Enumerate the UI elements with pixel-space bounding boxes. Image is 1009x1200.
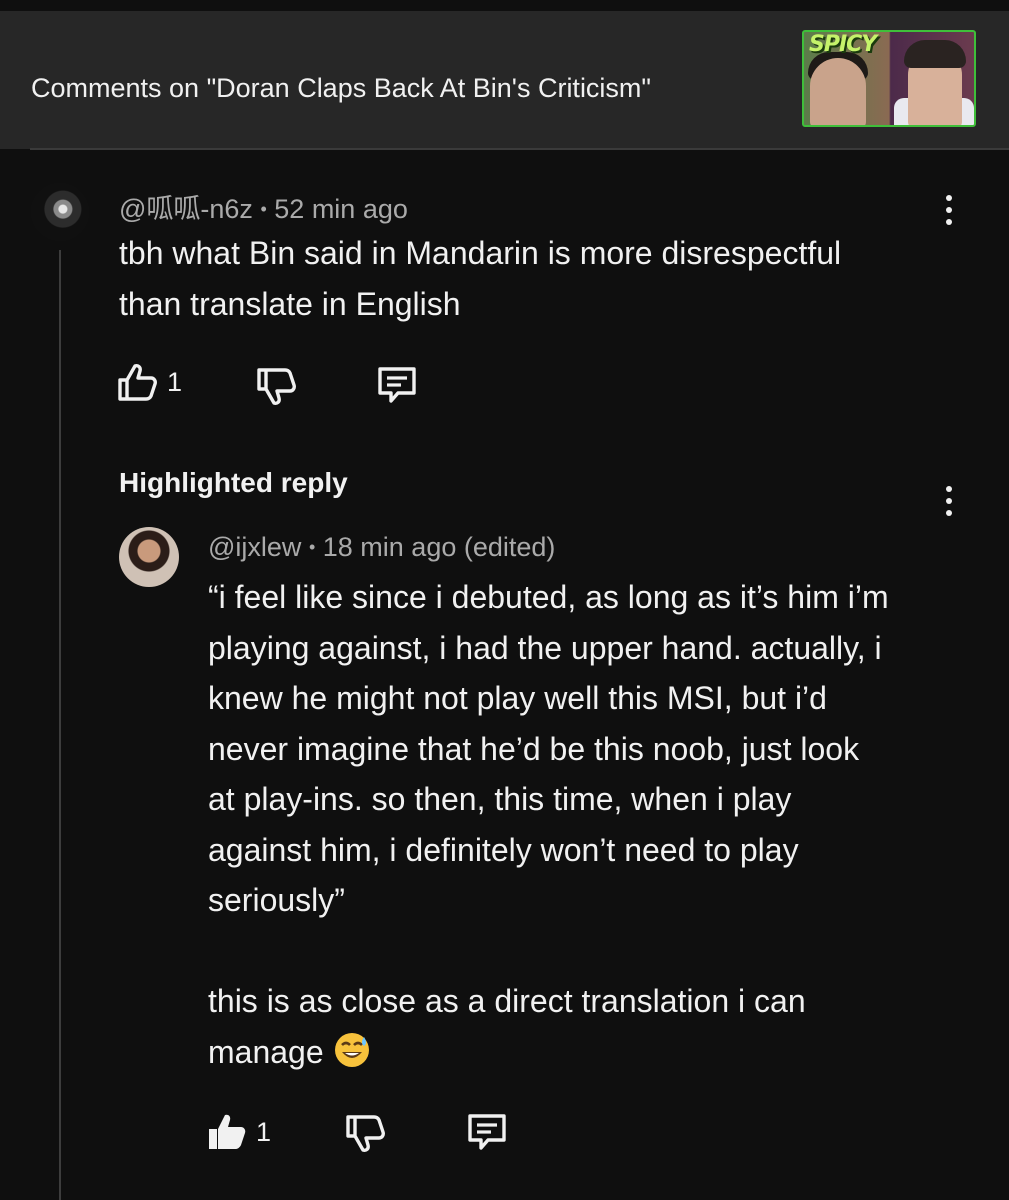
reply-more-icon[interactable] <box>943 486 955 520</box>
sweat-smile-emoji-icon <box>334 1032 369 1067</box>
thumbnail-left-person <box>810 58 866 125</box>
reply-reply-icon[interactable] <box>466 1112 508 1152</box>
comment-meta: @呱呱-n6z • 52 min ago <box>119 187 408 226</box>
reply-author[interactable]: @ijxlew <box>208 532 301 562</box>
reply-text-block: “i feel like since i debuted, as long as… <box>208 572 968 1077</box>
reply-icon[interactable] <box>376 365 418 405</box>
meta-separator: • <box>260 199 267 219</box>
top-strip <box>0 0 1009 11</box>
like-count: 1 <box>167 367 183 397</box>
reply-meta: @ijxlew • 18 min ago (edited) <box>208 532 555 563</box>
comment-author[interactable]: @呱呱-n6z <box>119 194 253 224</box>
thread-line <box>59 250 61 1200</box>
header-divider <box>30 148 1009 150</box>
highlighted-reply-label: Highlighted reply <box>119 467 348 498</box>
thumbnail-right-hair <box>904 40 966 68</box>
comment-text: tbh what Bin said in Mandarin is more di… <box>119 235 842 322</box>
thumbnail-badge: SPICY <box>809 32 877 57</box>
reply-dislike-icon[interactable] <box>345 1113 387 1153</box>
header-title: Comments on "Doran Claps Back At Bin's C… <box>31 73 652 103</box>
meta-separator: • <box>308 537 316 557</box>
dislike-icon[interactable] <box>256 366 298 406</box>
comment-more-icon[interactable] <box>943 195 955 229</box>
like-filled-icon[interactable] <box>206 1112 248 1152</box>
reply-text: “i feel like since i debuted, as long as… <box>208 579 889 1070</box>
reply-like-count: 1 <box>256 1117 272 1147</box>
comment-time: 52 min ago <box>274 194 408 224</box>
reply-avatar[interactable] <box>119 527 179 587</box>
like-icon[interactable] <box>117 363 159 403</box>
video-thumbnail[interactable]: SPICY <box>802 30 976 127</box>
reply-time: 18 min ago (edited) <box>322 532 556 562</box>
avatar[interactable] <box>31 183 89 241</box>
